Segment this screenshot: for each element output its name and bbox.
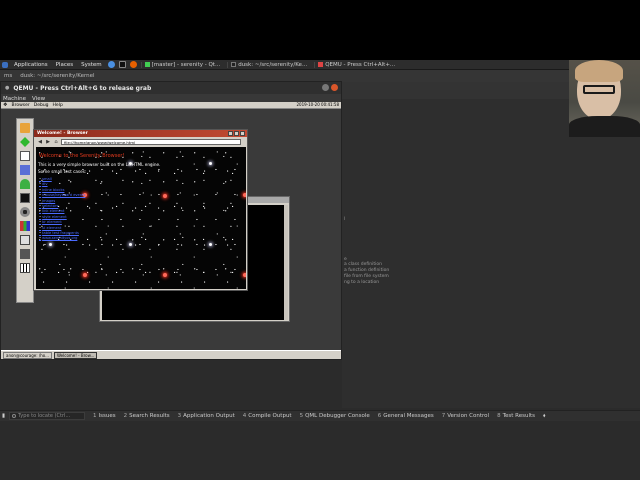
browser-titlebar: Welcome! - Browser: [34, 130, 247, 137]
minesweeper-icon[interactable]: [20, 137, 30, 147]
ide-output-pane-bar: ▮ Type to locate (Ctrl... 1 Issues 2 Searc…: [0, 410, 640, 421]
serenity-taskbar: anon@courage: /ho... Welcome! - Brow...: [1, 350, 341, 359]
browser-toolbar: ◀ ▶ ⌂ file:///home/anon/www/welcome.html: [35, 138, 246, 146]
url-input[interactable]: file:///home/anon/www/welcome.html: [61, 139, 241, 145]
window-menu-icon[interactable]: ●: [5, 85, 9, 91]
text-editor-icon[interactable]: [20, 151, 30, 161]
file-manager-icon[interactable]: [20, 235, 30, 245]
serenity-launcher: [16, 118, 34, 303]
menu-view[interactable]: View: [32, 96, 45, 102]
ide-text-fragment: a function definition: [344, 268, 390, 273]
pane-compile-output[interactable]: 4 Compile Output: [239, 413, 296, 419]
applications-menu-icon: [2, 61, 8, 68]
places-menu[interactable]: Places: [54, 62, 76, 68]
qtcreator-icon: [144, 62, 150, 67]
task-qemu[interactable]: QEMU - Press Ctrl+Alt+...: [314, 61, 398, 68]
serenity-clock: 2019-10-20 00:41:58: [296, 102, 339, 107]
screen-top-black: [0, 0, 640, 60]
pane-search-results[interactable]: 2 Search Results: [120, 413, 174, 419]
ide-text-fragment: file from file system: [344, 274, 389, 279]
page-intro-text: This is a very simple browser built on t…: [38, 162, 161, 167]
star: [209, 243, 212, 246]
serenity-logo-icon[interactable]: ❖: [3, 102, 7, 108]
link-mouse-keyboard-events[interactable]: mouse/keyboard events: [39, 193, 85, 198]
star: [129, 243, 132, 246]
back-icon[interactable]: ◀: [37, 139, 43, 145]
terminal-prefix: ms: [4, 73, 13, 79]
snake-icon[interactable]: [20, 179, 30, 189]
page-subtext: Some small test cases:: [38, 169, 87, 174]
page-heading: Welcome to the Serenity Browser!: [39, 153, 125, 159]
forward-icon[interactable]: ▶: [45, 139, 51, 145]
task-qtcreator[interactable]: [master] - serenity - Qt...: [140, 61, 224, 68]
ide-text-fragment: l: [344, 217, 346, 222]
terminal-path: dusk: ~/src/serenity/Kernel: [20, 73, 95, 79]
close-icon[interactable]: [331, 84, 338, 91]
star: [163, 273, 167, 277]
ide-text-fragment: ng to a location: [344, 280, 380, 285]
qemu-titlebar: ● QEMU - Press Ctrl+Alt+G to release gra…: [1, 82, 341, 94]
webcam-hair: [575, 60, 623, 82]
gnome-top-panel: Applications Places System [master] - se…: [0, 60, 640, 70]
firefox-launcher-icon[interactable]: [129, 61, 137, 68]
pane-general-messages[interactable]: 6 General Messages: [374, 413, 438, 419]
serenity-menu-debug[interactable]: Debug: [34, 103, 49, 108]
minimize-icon[interactable]: [322, 84, 329, 91]
locator-input[interactable]: Type to locate (Ctrl...: [9, 412, 86, 420]
link-serenityos-org[interactable]: www.serenityos.org: [39, 236, 85, 241]
menu-machine[interactable]: Machine: [3, 96, 26, 102]
test-case-links: small div inline blocks mouse/keyboard e…: [39, 177, 85, 242]
browser-launcher-icon[interactable]: [107, 61, 115, 68]
star: [49, 243, 52, 246]
serenity-menu-help[interactable]: Help: [53, 103, 63, 108]
image-viewer-icon[interactable]: [20, 249, 30, 259]
task-terminal[interactable]: dusk: ~/src/serenity/Ke...: [227, 61, 310, 68]
minimize-icon[interactable]: [228, 131, 233, 136]
star: [163, 194, 167, 198]
terminal-launcher-icon[interactable]: [118, 61, 126, 68]
serenity-menu-browser[interactable]: Browser: [11, 103, 29, 108]
settings-gear-icon[interactable]: [20, 207, 30, 217]
terminal-scrollbar[interactable]: [284, 205, 288, 320]
webcam-overlay: [569, 60, 640, 137]
pane-test-results[interactable]: 8 Test Results: [493, 413, 539, 419]
paint-icon[interactable]: [20, 165, 30, 175]
webcam-shirt: [569, 116, 640, 137]
terminal-icon: [231, 62, 237, 67]
pane-issues[interactable]: 1 Issues: [89, 413, 120, 419]
taskbar-terminal[interactable]: anon@courage: /ho...: [3, 352, 52, 359]
close-icon[interactable]: [240, 131, 245, 136]
pane-application-output[interactable]: 3 Application Output: [174, 413, 239, 419]
applications-menu[interactable]: Applications: [12, 62, 50, 68]
star: [243, 193, 246, 197]
home-icon[interactable]: ⌂: [53, 139, 59, 145]
star: [83, 273, 87, 277]
sidebar-toggle-icon[interactable]: ▮: [0, 413, 7, 419]
qemu-icon: [318, 62, 324, 67]
terminal-icon[interactable]: [20, 193, 30, 203]
maximize-icon[interactable]: [234, 131, 239, 136]
serenity-menubar: ❖ Browser Debug Help 2019-10-20 00:41:58: [1, 102, 341, 109]
star: [243, 273, 246, 277]
browser-page[interactable]: Welcome to the Serenity Browser! This is…: [36, 147, 246, 289]
webcam-glasses: [583, 85, 615, 94]
ide-text-fragment: a class definition: [344, 262, 382, 267]
folder-icon[interactable]: [20, 123, 30, 133]
pane-qml-debugger-console[interactable]: 5 QML Debugger Console: [296, 413, 374, 419]
more-panes-icon[interactable]: ⬧: [539, 413, 549, 420]
piano-icon[interactable]: [20, 263, 30, 273]
search-icon: [12, 414, 17, 418]
system-menu[interactable]: System: [79, 62, 104, 68]
browser-title: Welcome! - Browser: [37, 131, 88, 136]
pane-version-control[interactable]: 7 Version Control: [438, 413, 493, 419]
qemu-title: QEMU - Press Ctrl+Alt+G to release grab: [13, 84, 152, 92]
system-monitor-icon[interactable]: [20, 221, 30, 231]
serenity-browser-window: Welcome! - Browser ◀ ▶ ⌂ file:///home/an…: [33, 129, 248, 291]
taskbar-browser[interactable]: Welcome! - Brow...: [53, 352, 98, 359]
star: [209, 162, 212, 165]
